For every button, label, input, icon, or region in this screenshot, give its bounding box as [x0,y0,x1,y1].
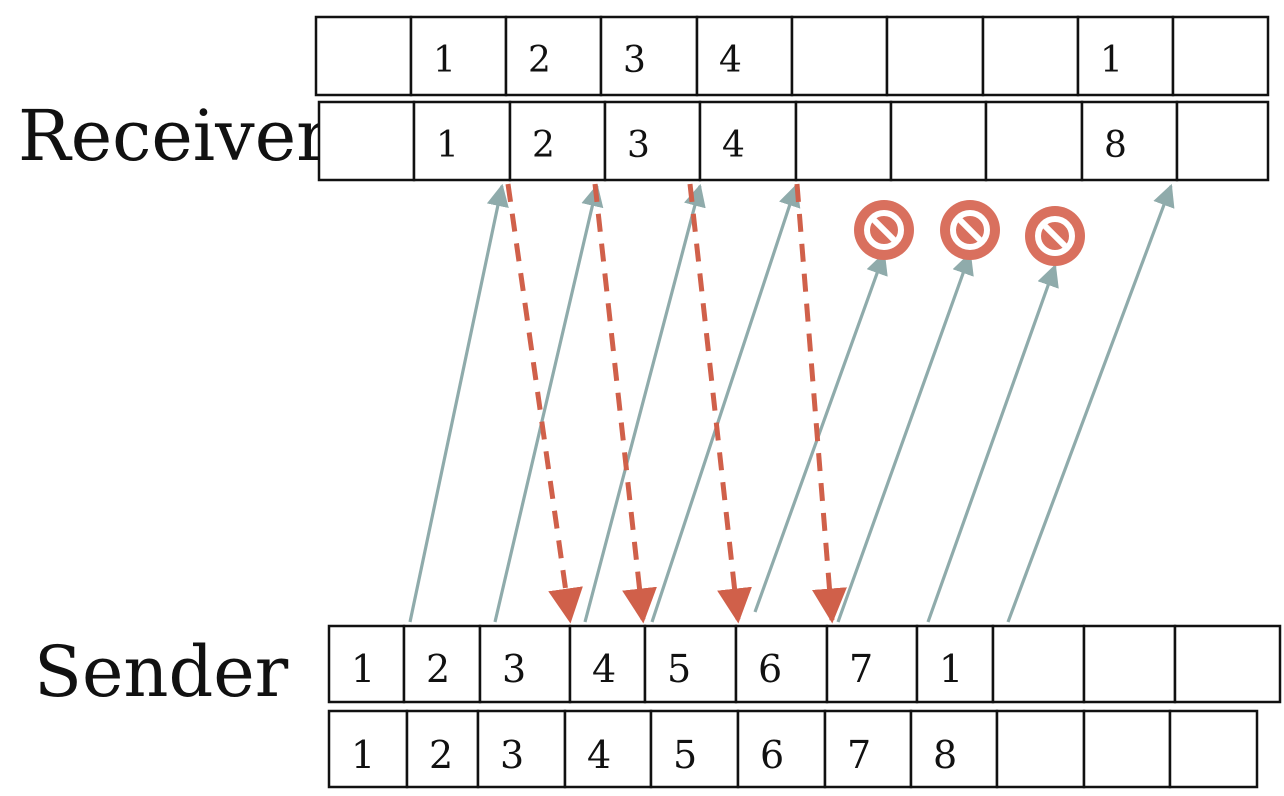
ack-arrow [794,183,847,624]
buffer-cell [1171,15,1270,97]
cell-value: 4 [719,40,742,81]
data-packet-arrow [753,251,888,613]
buffer-cell [794,100,893,182]
buffer-cell [1080,100,1179,182]
receiver-top-row: 1 2 3 4 1 [314,15,1270,97]
buffer-cell [1175,100,1270,182]
buffer-cell [984,100,1084,182]
buffer-cell [317,100,416,182]
cell-value: 3 [500,733,524,777]
no-entry-icon [854,200,914,260]
no-entry-icon [1025,206,1085,266]
buffer-cell [599,15,699,97]
cell-value: 2 [532,125,555,166]
buffer-cell [412,100,512,182]
cell-value: 7 [847,733,871,777]
cell-value: 3 [623,40,646,81]
cell-value: 5 [673,733,697,777]
buffer-cell [314,15,413,97]
cell-value: 2 [429,733,453,777]
cell-value: 2 [528,40,551,81]
receiver-bottom-row: 1 2 3 4 8 [317,100,1270,182]
sender-label: Sender [34,631,289,713]
buffer-cell [1173,624,1282,704]
buffer-cell [885,15,985,97]
cell-value: 1 [939,647,963,691]
cell-value: 1 [1100,40,1123,81]
cell-value: 8 [1104,125,1127,166]
ack-arrow [505,183,583,624]
data-packet-arrow [836,251,974,623]
buffer-cell [508,100,607,182]
buffer-cell [981,15,1080,97]
buffer-cell [889,100,988,182]
sliding-window-diagram: Receiver Sender 1 2 3 4 11 2 3 4 81 2 3 4 5 6 7 11 2 3 4 5 6… [18,15,1282,789]
data-packet-arrow [408,183,509,623]
cell-value: 1 [351,733,375,777]
cell-value: 1 [351,647,375,691]
buffer-rows: 1 2 3 4 11 2 3 4 81 2 3 4 5 6 7 11 2 3 4 5 6 7 8 [314,15,1282,789]
cell-value: 6 [760,733,784,777]
buffer-cell [695,15,794,97]
cell-value: 5 [667,647,691,691]
buffer-cell [698,100,798,182]
cell-value: 1 [433,40,456,81]
cell-value: 7 [849,647,873,691]
buffer-cell [1082,709,1172,789]
buffer-cell [409,15,508,97]
cell-value: 2 [426,647,450,691]
no-entry-icon [940,200,1000,260]
buffer-cell [995,709,1086,789]
buffer-cell [991,624,1086,704]
cell-value: 4 [592,647,616,691]
cell-value: 8 [933,733,957,777]
buffer-cell [1168,709,1259,789]
data-packet-arrow [493,183,604,623]
buffer-cell [790,15,889,97]
cell-value: 1 [436,125,459,166]
cell-value: 3 [627,125,650,166]
buffer-cell [1082,624,1177,704]
buffer-cell [603,100,702,182]
blocked-markers [854,200,1085,266]
sender-bottom-row: 1 2 3 4 5 6 7 8 [327,709,1259,789]
buffer-cell [1076,15,1175,97]
cell-value: 6 [758,647,782,691]
sender-top-row: 1 2 3 4 5 6 7 1 [327,624,1282,704]
cell-value: 4 [587,733,611,777]
ack-arrow [687,183,752,624]
cell-value: 3 [502,647,526,691]
receiver-label: Receiver [18,95,330,177]
buffer-cell [504,15,603,97]
cell-value: 4 [722,125,745,166]
